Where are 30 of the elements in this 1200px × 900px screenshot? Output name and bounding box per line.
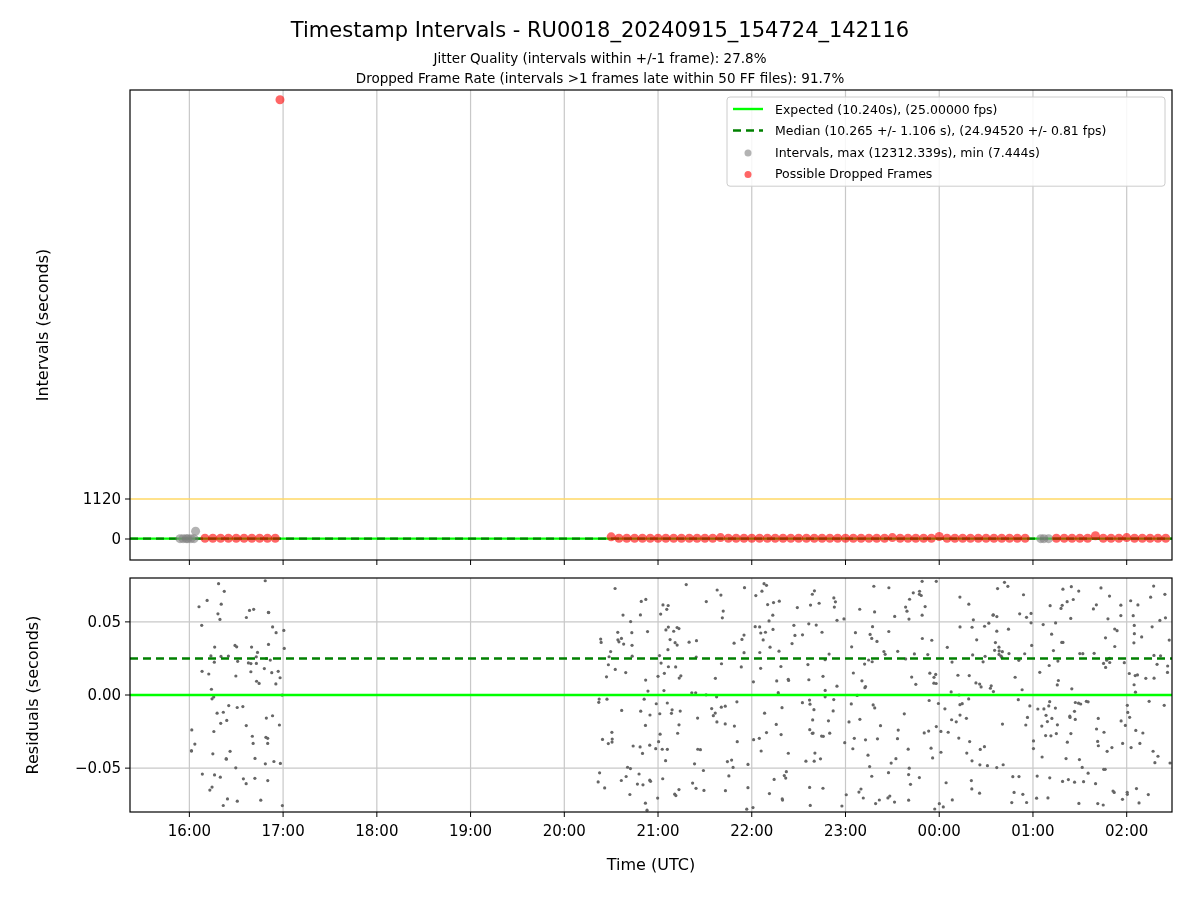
x-tick-label: 02:00: [1105, 822, 1149, 840]
x-tick-label: 19:00: [448, 822, 493, 840]
x-tick-label: 23:00: [823, 822, 868, 840]
legend-line-sample: [733, 107, 763, 111]
x-tick-label: 21:00: [636, 822, 680, 840]
y-tick-label: 0: [111, 530, 121, 548]
legend-marker: [744, 149, 752, 157]
y-tick-label: 0.05: [87, 612, 121, 631]
subtitle-text: Dropped Frame Rate (intervals >1 frames late within 50 FF files): 91.7%: [355, 70, 845, 86]
x-axis-label: Time (UTC): [606, 855, 696, 874]
x-tick-label: 01:00: [1011, 822, 1055, 840]
x-tick-label: 22:00: [730, 822, 774, 840]
legend-label: Possible Dropped Frames: [775, 166, 933, 181]
y-tick-label: 0.00: [87, 686, 121, 704]
y-tick-label: 1120: [82, 490, 121, 508]
x-tick-label: 16:00: [167, 822, 211, 840]
legend-label: Expected (10.240s), (25.00000 fps): [775, 101, 998, 117]
figure-title: Timestamp Intervals - RU0018_20240915_154724_142116: [290, 18, 910, 42]
x-tick-label: 18:00: [355, 822, 399, 840]
legend-marker: [744, 171, 752, 178]
y-axis-label: Residuals (seconds): [23, 615, 42, 775]
y-axis-label: Intervals (seconds): [33, 248, 52, 402]
legend-label: Intervals, max (12312.339s), min (7.444s): [775, 144, 1040, 160]
subtitle-text: Jitter Quality (intervals within +/-1 frame): 27.8%: [433, 50, 767, 66]
y-tick-label: −0.05: [75, 759, 121, 778]
legend-label: Median (10.265 +/- 1.106 s), (24.94520 +/- 0.81 fps): [775, 123, 1107, 138]
x-tick-label: 20:00: [542, 822, 586, 840]
legend-line-sample: [733, 129, 763, 132]
x-tick-label: 17:00: [261, 822, 305, 840]
x-tick-label: 00:00: [917, 822, 961, 840]
